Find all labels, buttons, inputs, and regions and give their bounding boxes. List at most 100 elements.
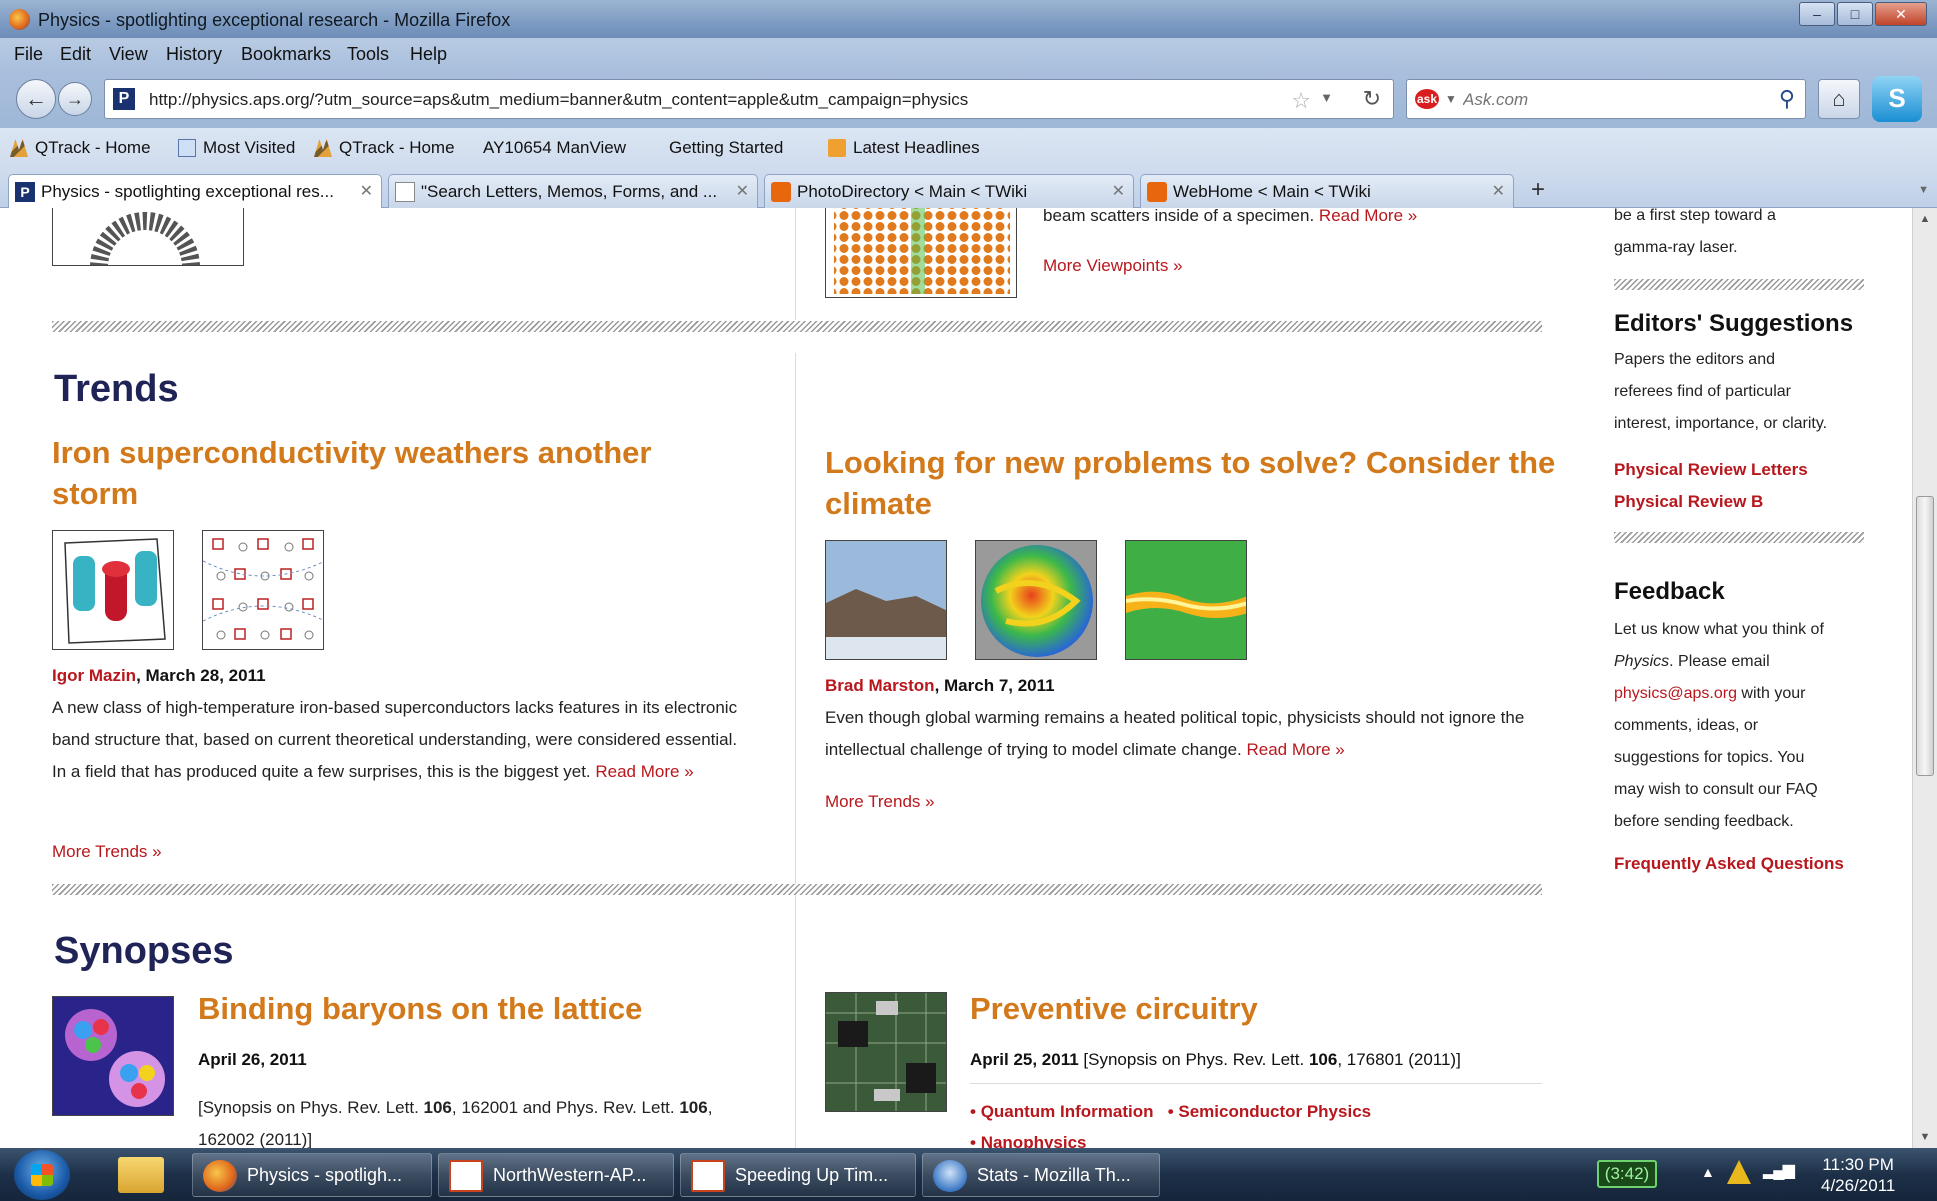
close-window-button[interactable]: ✕ xyxy=(1875,2,1927,26)
synopsis-image-baryons[interactable] xyxy=(52,996,174,1116)
powerpoint-icon xyxy=(691,1160,725,1192)
link-physical-review-b[interactable]: Physical Review B xyxy=(1614,492,1763,512)
menu-history[interactable]: History xyxy=(166,44,222,65)
reload-icon[interactable]: ↻ xyxy=(1363,86,1381,112)
more-viewpoints-link[interactable]: More Viewpoints » xyxy=(1043,256,1183,276)
restore-button[interactable]: □ xyxy=(1837,2,1873,26)
bookmark-latest-headlines[interactable]: Latest Headlines xyxy=(828,138,980,158)
tab-search-letters[interactable]: "Search Letters, Memos, Forms, and ... ✕ xyxy=(388,174,758,208)
synopsis-title-circuitry[interactable]: Preventive circuitry xyxy=(970,988,1258,1029)
viewpoint-read-more-link[interactable]: Read More » xyxy=(1319,208,1417,225)
close-tab-icon[interactable]: ✕ xyxy=(736,181,749,201)
taskbar-explorer[interactable] xyxy=(104,1153,180,1197)
tag-semiconductor-physics[interactable]: Semiconductor Physics xyxy=(1178,1102,1371,1121)
back-button[interactable]: ← xyxy=(16,79,56,119)
bookmark-qtrack-home-2[interactable]: QTrack - Home xyxy=(314,138,455,158)
taskbar-item-firefox[interactable]: Physics - spotligh... xyxy=(192,1153,432,1197)
trend-date: , March 28, 2011 xyxy=(136,666,266,685)
author-link[interactable]: Brad Marston xyxy=(825,676,935,695)
battery-indicator[interactable]: (3:42) xyxy=(1597,1160,1657,1188)
menu-tools[interactable]: Tools xyxy=(347,44,389,65)
show-hidden-icons-icon[interactable]: ▲ xyxy=(1701,1164,1715,1180)
url-dropdown-icon[interactable]: ▼ xyxy=(1320,90,1333,105)
reference-text: [Synopsis on Phys. Rev. Lett. xyxy=(198,1098,424,1117)
minimize-button[interactable]: – xyxy=(1799,2,1835,26)
tag-divider xyxy=(970,1083,1542,1084)
forward-button[interactable]: → xyxy=(58,82,92,116)
bookmark-qtrack-home[interactable]: QTrack - Home xyxy=(10,138,151,158)
trend-image-landscape[interactable] xyxy=(825,540,947,660)
bookmark-star-icon[interactable]: ☆ xyxy=(1291,88,1311,114)
bookmark-most-visited[interactable]: Most Visited xyxy=(178,138,295,158)
scrollbar-thumb[interactable] xyxy=(1916,496,1934,776)
trend-summary-text: Even though global warming remains a hea… xyxy=(825,708,1525,759)
feedback-email-link[interactable]: physics@aps.org xyxy=(1614,685,1737,702)
close-tab-icon[interactable]: ✕ xyxy=(1112,181,1125,201)
taskbar-item-thunderbird[interactable]: Stats - Mozilla Th... xyxy=(922,1153,1160,1197)
skype-icon[interactable]: S xyxy=(1872,76,1922,122)
section-divider xyxy=(52,321,1542,332)
action-center-icon[interactable] xyxy=(1727,1160,1751,1184)
sidebar-laser-line2: gamma-ray laser. xyxy=(1614,239,1738,256)
tab-webhome[interactable]: WebHome < Main < TWiki ✕ xyxy=(1140,174,1514,208)
search-engine-dropdown-icon[interactable]: ▼ xyxy=(1445,92,1457,106)
menu-view[interactable]: View xyxy=(109,44,148,65)
bookmark-getting-started[interactable]: Getting Started xyxy=(669,138,783,364)
trend-title-iron[interactable]: Iron superconductivity weathers another … xyxy=(52,432,732,514)
vertical-scrollbar[interactable]: ▲ ▼ xyxy=(1912,208,1937,1148)
read-more-link[interactable]: Read More » xyxy=(1246,740,1344,759)
system-clock[interactable]: 11:30 PM 4/26/2011 xyxy=(1821,1154,1895,1196)
scroll-down-icon[interactable]: ▼ xyxy=(1913,1126,1937,1148)
taskbar-item-ppt1[interactable]: NorthWestern-AP... xyxy=(438,1153,674,1197)
ask-engine-icon[interactable]: ask xyxy=(1415,89,1439,109)
menu-file[interactable]: File xyxy=(14,44,43,65)
trend-title-climate[interactable]: Looking for new problems to solve? Consi… xyxy=(825,442,1565,524)
url-bar[interactable]: P http://physics.aps.org/?utm_source=aps… xyxy=(104,79,1394,119)
editors-text-line: referees find of particular xyxy=(1614,383,1791,400)
network-signal-icon[interactable]: ▂▄▆ xyxy=(1763,1160,1795,1180)
link-physical-review-letters[interactable]: Physical Review Letters xyxy=(1614,460,1808,480)
faq-link[interactable]: Frequently Asked Questions xyxy=(1614,854,1844,874)
new-tab-button[interactable]: + xyxy=(1522,176,1554,206)
trend-image-climate-map[interactable] xyxy=(1125,540,1247,660)
more-trends-link[interactable]: More Trends » xyxy=(52,842,162,862)
tab-photodirectory[interactable]: PhotoDirectory < Main < TWiki ✕ xyxy=(764,174,1134,208)
scroll-up-icon[interactable]: ▲ xyxy=(1913,208,1937,230)
trend-image-fermi-surface[interactable] xyxy=(52,530,174,650)
site-identity-icon[interactable]: P xyxy=(113,88,135,110)
viewpoint-image-right[interactable] xyxy=(825,208,1017,298)
feedback-line7: before sending feedback. xyxy=(1614,813,1794,830)
search-icon[interactable]: ⚲ xyxy=(1779,86,1795,112)
bookmark-label: QTrack - Home xyxy=(339,138,455,157)
most-visited-icon xyxy=(178,139,196,157)
search-input[interactable] xyxy=(1463,87,1763,113)
tag-quantum-information[interactable]: Quantum Information xyxy=(981,1102,1154,1121)
close-tab-icon[interactable]: ✕ xyxy=(360,181,373,201)
taskbar-item-ppt2[interactable]: Speeding Up Tim... xyxy=(680,1153,916,1197)
landscape-photo-image xyxy=(826,541,946,659)
search-bar[interactable]: ask ▼ ⚲ xyxy=(1406,79,1806,119)
url-text[interactable]: http://physics.aps.org/?utm_source=aps&u… xyxy=(149,90,968,110)
atom-lattice-image xyxy=(834,208,1010,294)
menu-edit[interactable]: Edit xyxy=(60,44,91,65)
bookmark-manview[interactable]: AY10654 ManView xyxy=(483,138,626,364)
tag-nanophysics[interactable]: Nanophysics xyxy=(981,1133,1087,1148)
trend-image-globe[interactable] xyxy=(975,540,1097,660)
start-button[interactable] xyxy=(14,1150,70,1200)
viewpoint-image-left[interactable] xyxy=(52,208,244,266)
volume-number: 106 xyxy=(679,1098,708,1117)
home-button[interactable]: ⌂ xyxy=(1818,79,1860,119)
feedback-text: with your xyxy=(1736,685,1806,702)
synopsis-image-circuit[interactable] xyxy=(825,992,947,1112)
menu-help[interactable]: Help xyxy=(410,44,447,65)
synopsis-title-baryons[interactable]: Binding baryons on the lattice xyxy=(198,988,642,1029)
more-trends-link-right[interactable]: More Trends » xyxy=(825,792,935,812)
menu-bookmarks[interactable]: Bookmarks xyxy=(241,44,331,65)
author-link[interactable]: Igor Mazin xyxy=(52,666,136,685)
read-more-link[interactable]: Read More » xyxy=(595,762,693,781)
twiki-icon xyxy=(771,182,791,202)
tab-physics[interactable]: P Physics - spotlighting exceptional res… xyxy=(8,174,382,209)
trend-image-lattice[interactable] xyxy=(202,530,324,650)
close-tab-icon[interactable]: ✕ xyxy=(1492,181,1505,201)
tab-list-icon[interactable]: ▼ xyxy=(1918,184,1929,196)
